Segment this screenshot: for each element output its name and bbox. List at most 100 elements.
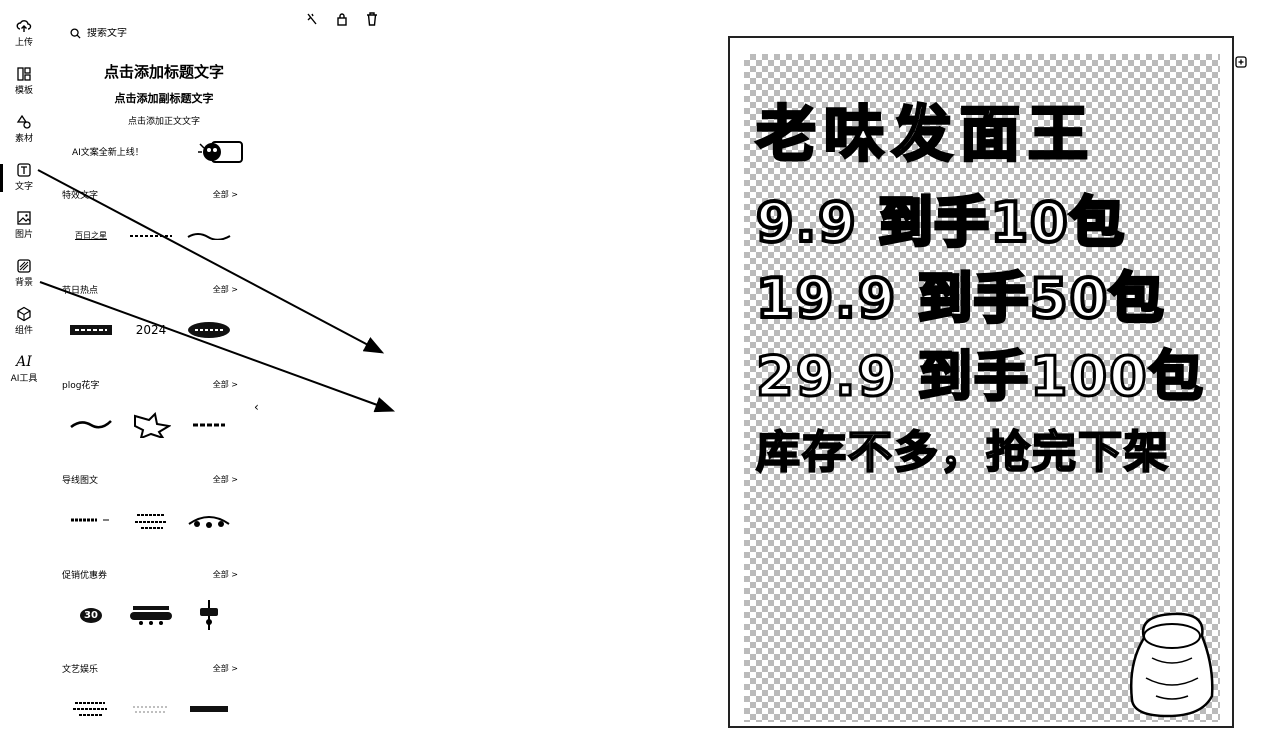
rail-label: 背景: [14, 278, 33, 288]
section-title: plog花字: [62, 380, 100, 391]
ai-copywriting-banner[interactable]: AI文案全新上线！: [62, 134, 243, 168]
text-panel: 点击添加标题文字 点击添加副标题文字 点击添加正文文字 AI文案全新上线！ 特效…: [50, 0, 250, 744]
text-style-thumbnail[interactable]: 百日之星: [68, 218, 114, 252]
rail-label: 组件: [14, 326, 33, 336]
left-rail: 上传 模板 素材 文字 图片 背景 组件 AI AI工具: [0, 0, 50, 744]
mascot-icon: [198, 141, 243, 163]
wordart-graphic: [200, 600, 218, 630]
section-title: 特效文字: [62, 190, 99, 201]
text-style-thumbnail[interactable]: [128, 503, 174, 537]
poster-price-line-2[interactable]: 19.9 到手50包: [754, 254, 1165, 333]
text-style-thumbnail[interactable]: [68, 503, 114, 537]
upload-icon: [16, 20, 32, 32]
text-style-thumbnail[interactable]: [186, 503, 232, 537]
ai-icon: AI: [16, 354, 32, 370]
add-title-text-button[interactable]: 点击添加标题文字: [50, 61, 278, 82]
wordart-graphic: [70, 420, 112, 429]
wordart-graphic: [130, 235, 172, 237]
section-title: 导线图文: [62, 475, 99, 486]
section-title: 节日热点: [62, 285, 99, 296]
magic-icon[interactable]: [306, 12, 318, 26]
wordart-graphic: [71, 518, 109, 522]
see-all-link[interactable]: 全部 >: [213, 189, 238, 200]
text-style-thumbnail[interactable]: 30: [68, 598, 114, 632]
text-style-thumbnail[interactable]: [186, 218, 232, 252]
background-icon: [17, 259, 31, 273]
section-guide-text: 导线图文 全部 >: [62, 473, 238, 543]
component-icon: [17, 306, 31, 322]
poster-stock-notice[interactable]: 库存不多，抢完下架: [755, 416, 1170, 480]
rail-item-template[interactable]: 模板: [0, 66, 48, 110]
text-style-thumbnail[interactable]: [186, 598, 232, 632]
search-input[interactable]: [87, 27, 227, 39]
add-page-icon[interactable]: [1235, 56, 1247, 68]
rail-item-text[interactable]: 文字: [0, 162, 48, 206]
poster-price-line-1[interactable]: 9.9 到手10包: [754, 178, 1126, 257]
wordart-graphic: [188, 516, 230, 528]
see-all-link[interactable]: 全部 >: [213, 474, 238, 485]
wordart-graphic: [70, 325, 112, 335]
poster-headline[interactable]: 老味发面王: [755, 86, 1096, 173]
canvas-toolbar: [306, 12, 378, 26]
wordart-graphic: [187, 233, 231, 240]
section-title: 文艺娱乐: [62, 664, 99, 675]
thumbnail-text: 百日之星: [75, 230, 107, 240]
search-bar[interactable]: [70, 24, 240, 42]
see-all-link[interactable]: 全部 >: [213, 379, 238, 390]
design-canvas[interactable]: 老味发面王 9.9 到手10包 19.9 到手50包 29.9 到手100包 库…: [728, 36, 1234, 728]
rail-label: 模板: [14, 86, 33, 96]
wordart-graphic: [193, 423, 225, 427]
image-icon: [17, 211, 31, 225]
see-all-link[interactable]: 全部 >: [213, 284, 238, 295]
collapse-panel-button[interactable]: ‹: [254, 400, 259, 414]
wordart-graphic: [135, 514, 167, 529]
section-coupon: 促销优惠券 全部 > 30: [62, 568, 238, 638]
wordart-graphic: [188, 322, 230, 338]
text-style-thumbnail[interactable]: [128, 692, 174, 726]
text-style-thumbnail[interactable]: [128, 218, 174, 252]
rail-item-ai-tools[interactable]: AI AI工具: [0, 354, 48, 398]
section-title: 促销优惠券: [62, 570, 108, 581]
rail-label: AI工具: [10, 374, 38, 384]
flour-sack-illustration[interactable]: [1122, 608, 1222, 720]
thumbnail-text: 2024: [135, 323, 167, 337]
text-icon: [17, 163, 31, 177]
shapes-icon: [16, 114, 31, 129]
rail-label: 图片: [14, 230, 33, 240]
rail-label: 文字: [14, 182, 33, 192]
lock-icon[interactable]: [336, 12, 348, 26]
template-icon: [17, 67, 31, 81]
rail-item-image[interactable]: 图片: [0, 210, 48, 254]
section-plog: plog花字 全部 >: [62, 378, 238, 448]
text-style-thumbnail[interactable]: [186, 692, 232, 726]
see-all-link[interactable]: 全部 >: [213, 663, 238, 674]
see-all-link[interactable]: 全部 >: [213, 569, 238, 580]
text-style-thumbnail[interactable]: [186, 408, 232, 442]
text-style-thumbnail[interactable]: [68, 408, 114, 442]
rail-label: 素材: [14, 134, 33, 144]
text-style-thumbnail[interactable]: [68, 692, 114, 726]
text-style-thumbnail[interactable]: [128, 598, 174, 632]
section-entertainment: 文艺娱乐 全部 >: [62, 662, 238, 732]
rail-item-upload[interactable]: 上传: [0, 18, 48, 62]
search-icon: [70, 27, 81, 39]
wordart-graphic: [130, 606, 172, 625]
add-subtitle-text-button[interactable]: 点击添加副标题文字: [50, 90, 278, 106]
wordart-graphic: [73, 702, 107, 716]
text-style-thumbnail[interactable]: [128, 408, 174, 442]
poster-price-line-3[interactable]: 29.9 到手100包: [755, 332, 1205, 411]
wordart-graphic: [190, 706, 228, 712]
wordart-graphic: [134, 412, 171, 438]
trash-icon[interactable]: [366, 12, 378, 26]
rail-item-material[interactable]: 素材: [0, 114, 48, 158]
text-style-thumbnail[interactable]: [186, 313, 232, 347]
section-holiday: 节日热点 全部 > 2024: [62, 283, 238, 353]
rail-label: 上传: [14, 38, 33, 48]
add-body-text-button[interactable]: 点击添加正文文字: [50, 114, 278, 127]
text-style-thumbnail[interactable]: [68, 313, 114, 347]
text-style-thumbnail[interactable]: 2024: [128, 313, 174, 347]
rail-item-component[interactable]: 组件: [0, 306, 48, 350]
thumbnail-text: 30: [80, 607, 102, 623]
rail-item-background[interactable]: 背景: [0, 258, 48, 302]
section-effect-text: 特效文字 全部 > 百日之星: [62, 188, 238, 258]
